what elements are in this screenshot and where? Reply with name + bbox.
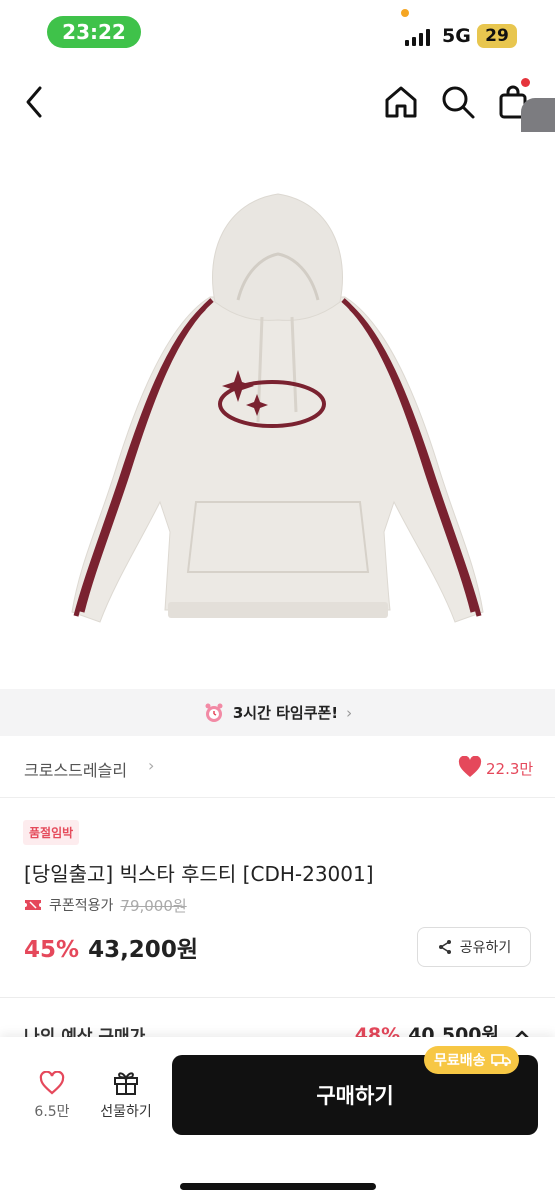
brand-row: 크로스드레슬리 › 22.3만 xyxy=(0,736,555,798)
back-icon[interactable] xyxy=(20,82,50,122)
share-icon xyxy=(438,940,451,954)
product-title: [당일출고] 빅스타 후드티 [CDH-23001] xyxy=(24,862,374,886)
brand-like-count: 22.3만 xyxy=(486,760,534,778)
chevron-right-icon: › xyxy=(346,703,353,722)
search-icon[interactable] xyxy=(440,84,476,120)
coupon-price-row: 쿠폰적용가 79,000원 xyxy=(24,894,187,916)
truck-icon xyxy=(490,1054,511,1067)
home-icon[interactable] xyxy=(383,84,419,120)
heart-outline-icon xyxy=(39,1071,65,1095)
battery-icon: 29 xyxy=(477,24,517,48)
gift-button[interactable]: 선물하기 xyxy=(92,1069,160,1121)
network-type: 5G xyxy=(442,25,471,47)
signal-icon xyxy=(405,28,430,46)
cart-notification-dot xyxy=(521,78,530,87)
like-button[interactable]: 6.5만 xyxy=(26,1071,78,1121)
product-image[interactable] xyxy=(0,132,555,688)
like-count: 6.5만 xyxy=(34,1104,70,1120)
gift-label: 선물하기 xyxy=(100,1104,152,1120)
share-label: 공유하기 xyxy=(459,940,512,956)
hoodie-image xyxy=(71,193,484,623)
share-button[interactable]: 공유하기 xyxy=(417,927,531,967)
coupon-icon xyxy=(25,900,41,910)
divider xyxy=(0,997,555,998)
free-shipping-label: 무료배송 xyxy=(434,1053,486,1069)
coupon-price-label: 쿠폰적용가 xyxy=(49,898,114,914)
battery-level: 29 xyxy=(485,26,509,46)
brand-name-link[interactable]: 크로스드레슬리 xyxy=(24,757,127,781)
original-price: 79,000원 xyxy=(120,896,187,915)
status-time: 23:22 xyxy=(47,16,141,48)
discount-rate: 45% xyxy=(24,937,80,963)
free-shipping-badge: 무료배송 xyxy=(424,1046,519,1074)
time-coupon-banner[interactable]: 3시간 타임쿠폰! › xyxy=(0,689,555,736)
heart-icon[interactable] xyxy=(458,756,482,778)
chevron-right-icon: › xyxy=(148,756,155,775)
coupon-banner-label: 3시간 타임쿠폰! xyxy=(232,704,339,722)
gift-icon xyxy=(114,1072,138,1095)
home-indicator xyxy=(180,1183,376,1190)
privacy-indicator-dot xyxy=(401,9,409,17)
price-row: 45% 43,200원 xyxy=(24,930,198,964)
status-bar: 23:22 5G 29 xyxy=(0,0,555,64)
status-badge: 품절임박 xyxy=(23,820,80,845)
sale-price: 43,200원 xyxy=(88,937,198,963)
top-nav xyxy=(0,70,555,132)
alarm-clock-icon xyxy=(205,703,223,722)
